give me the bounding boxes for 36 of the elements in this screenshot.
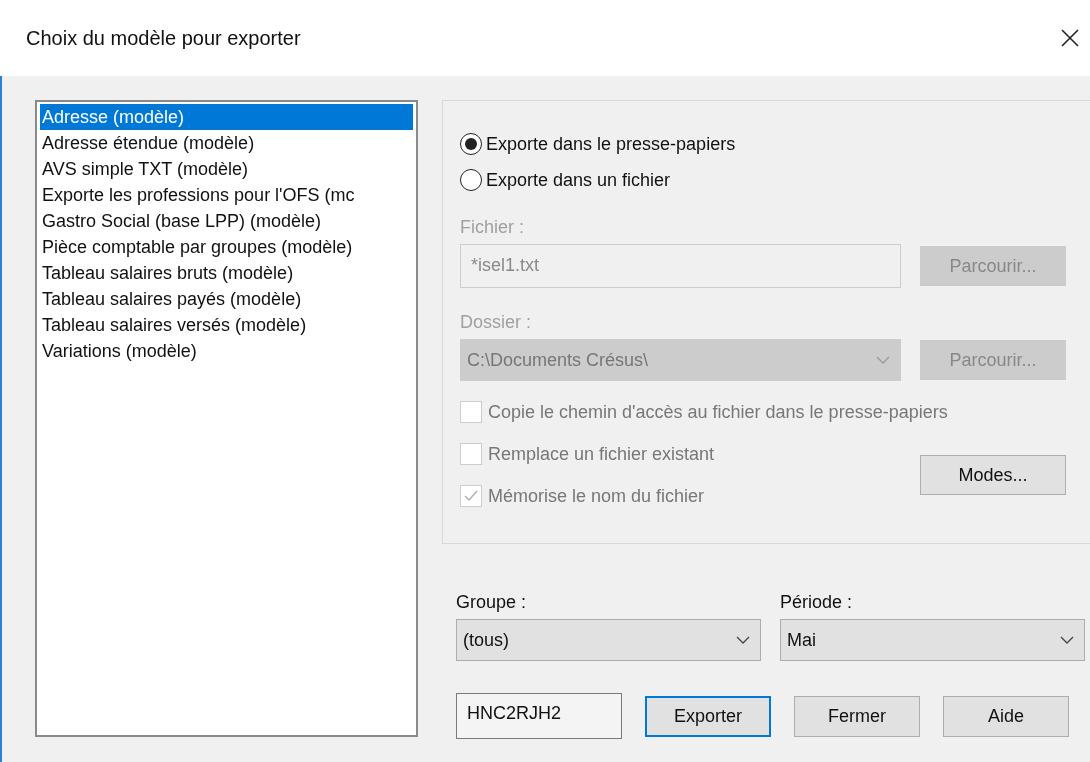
list-item[interactable]: Tableau salaires versés (modèle) <box>40 312 413 338</box>
dialog-button[interactable]: Exporter <box>645 695 771 737</box>
checkbox-label: Copie le chemin d'accès au fichier dans le presse-papiers <box>488 401 948 423</box>
dialog-button[interactable]: Aide <box>943 695 1069 737</box>
window-title: Choix du modèle pour exporter <box>26 26 301 50</box>
radio-label: Exporte dans un fichier <box>486 169 671 191</box>
list-item[interactable]: Exporte les professions pour l'OFS (mc <box>40 182 413 208</box>
radio-option[interactable]: Exporte dans le presse-papiers <box>460 131 1066 157</box>
radio-icon[interactable] <box>460 133 482 155</box>
list-item[interactable]: Gastro Social (base LPP) (modèle) <box>40 208 413 234</box>
modes-button[interactable]: Modes... <box>920 455 1066 495</box>
radio-icon[interactable] <box>460 169 482 191</box>
dropdown[interactable]: Mai <box>780 619 1085 661</box>
dropdown[interactable]: (tous) <box>456 619 761 661</box>
checkbox-label: Mémorise le nom du fichier <box>488 485 705 507</box>
list-item[interactable]: Tableau salaires bruts (modèle) <box>40 260 413 286</box>
list-item[interactable]: Pièce comptable par groupes (modèle) <box>40 234 413 260</box>
list-item[interactable]: Variations (modèle) <box>40 338 413 364</box>
chevron-icon <box>876 356 890 364</box>
code-field[interactable]: HNC2RJH2 <box>456 693 622 739</box>
dialog-button[interactable]: Fermer <box>794 695 920 737</box>
list-item[interactable]: Adresse étendue (modèle) <box>40 130 413 156</box>
check-icon <box>463 488 479 504</box>
dropdown-label: Période : <box>780 592 854 613</box>
list-item[interactable]: Adresse (modèle) <box>40 104 413 130</box>
list-item[interactable]: AVS simple TXT (modèle) <box>40 156 413 182</box>
field-label: Fichier : <box>460 217 524 238</box>
dropdown-label: Groupe : <box>456 592 528 613</box>
chevron-icon <box>736 636 750 644</box>
radio-label: Exporte dans le presse-papiers <box>486 133 736 155</box>
checkbox-label: Remplace un fichier existant <box>488 443 715 465</box>
chevron-icon <box>1060 636 1074 644</box>
close-icon[interactable] <box>1060 28 1080 48</box>
radio-option[interactable]: Exporte dans un fichier <box>460 167 1066 193</box>
field-label: Dossier : <box>460 312 531 333</box>
list-item[interactable]: Tableau salaires payés (modèle) <box>40 286 413 312</box>
